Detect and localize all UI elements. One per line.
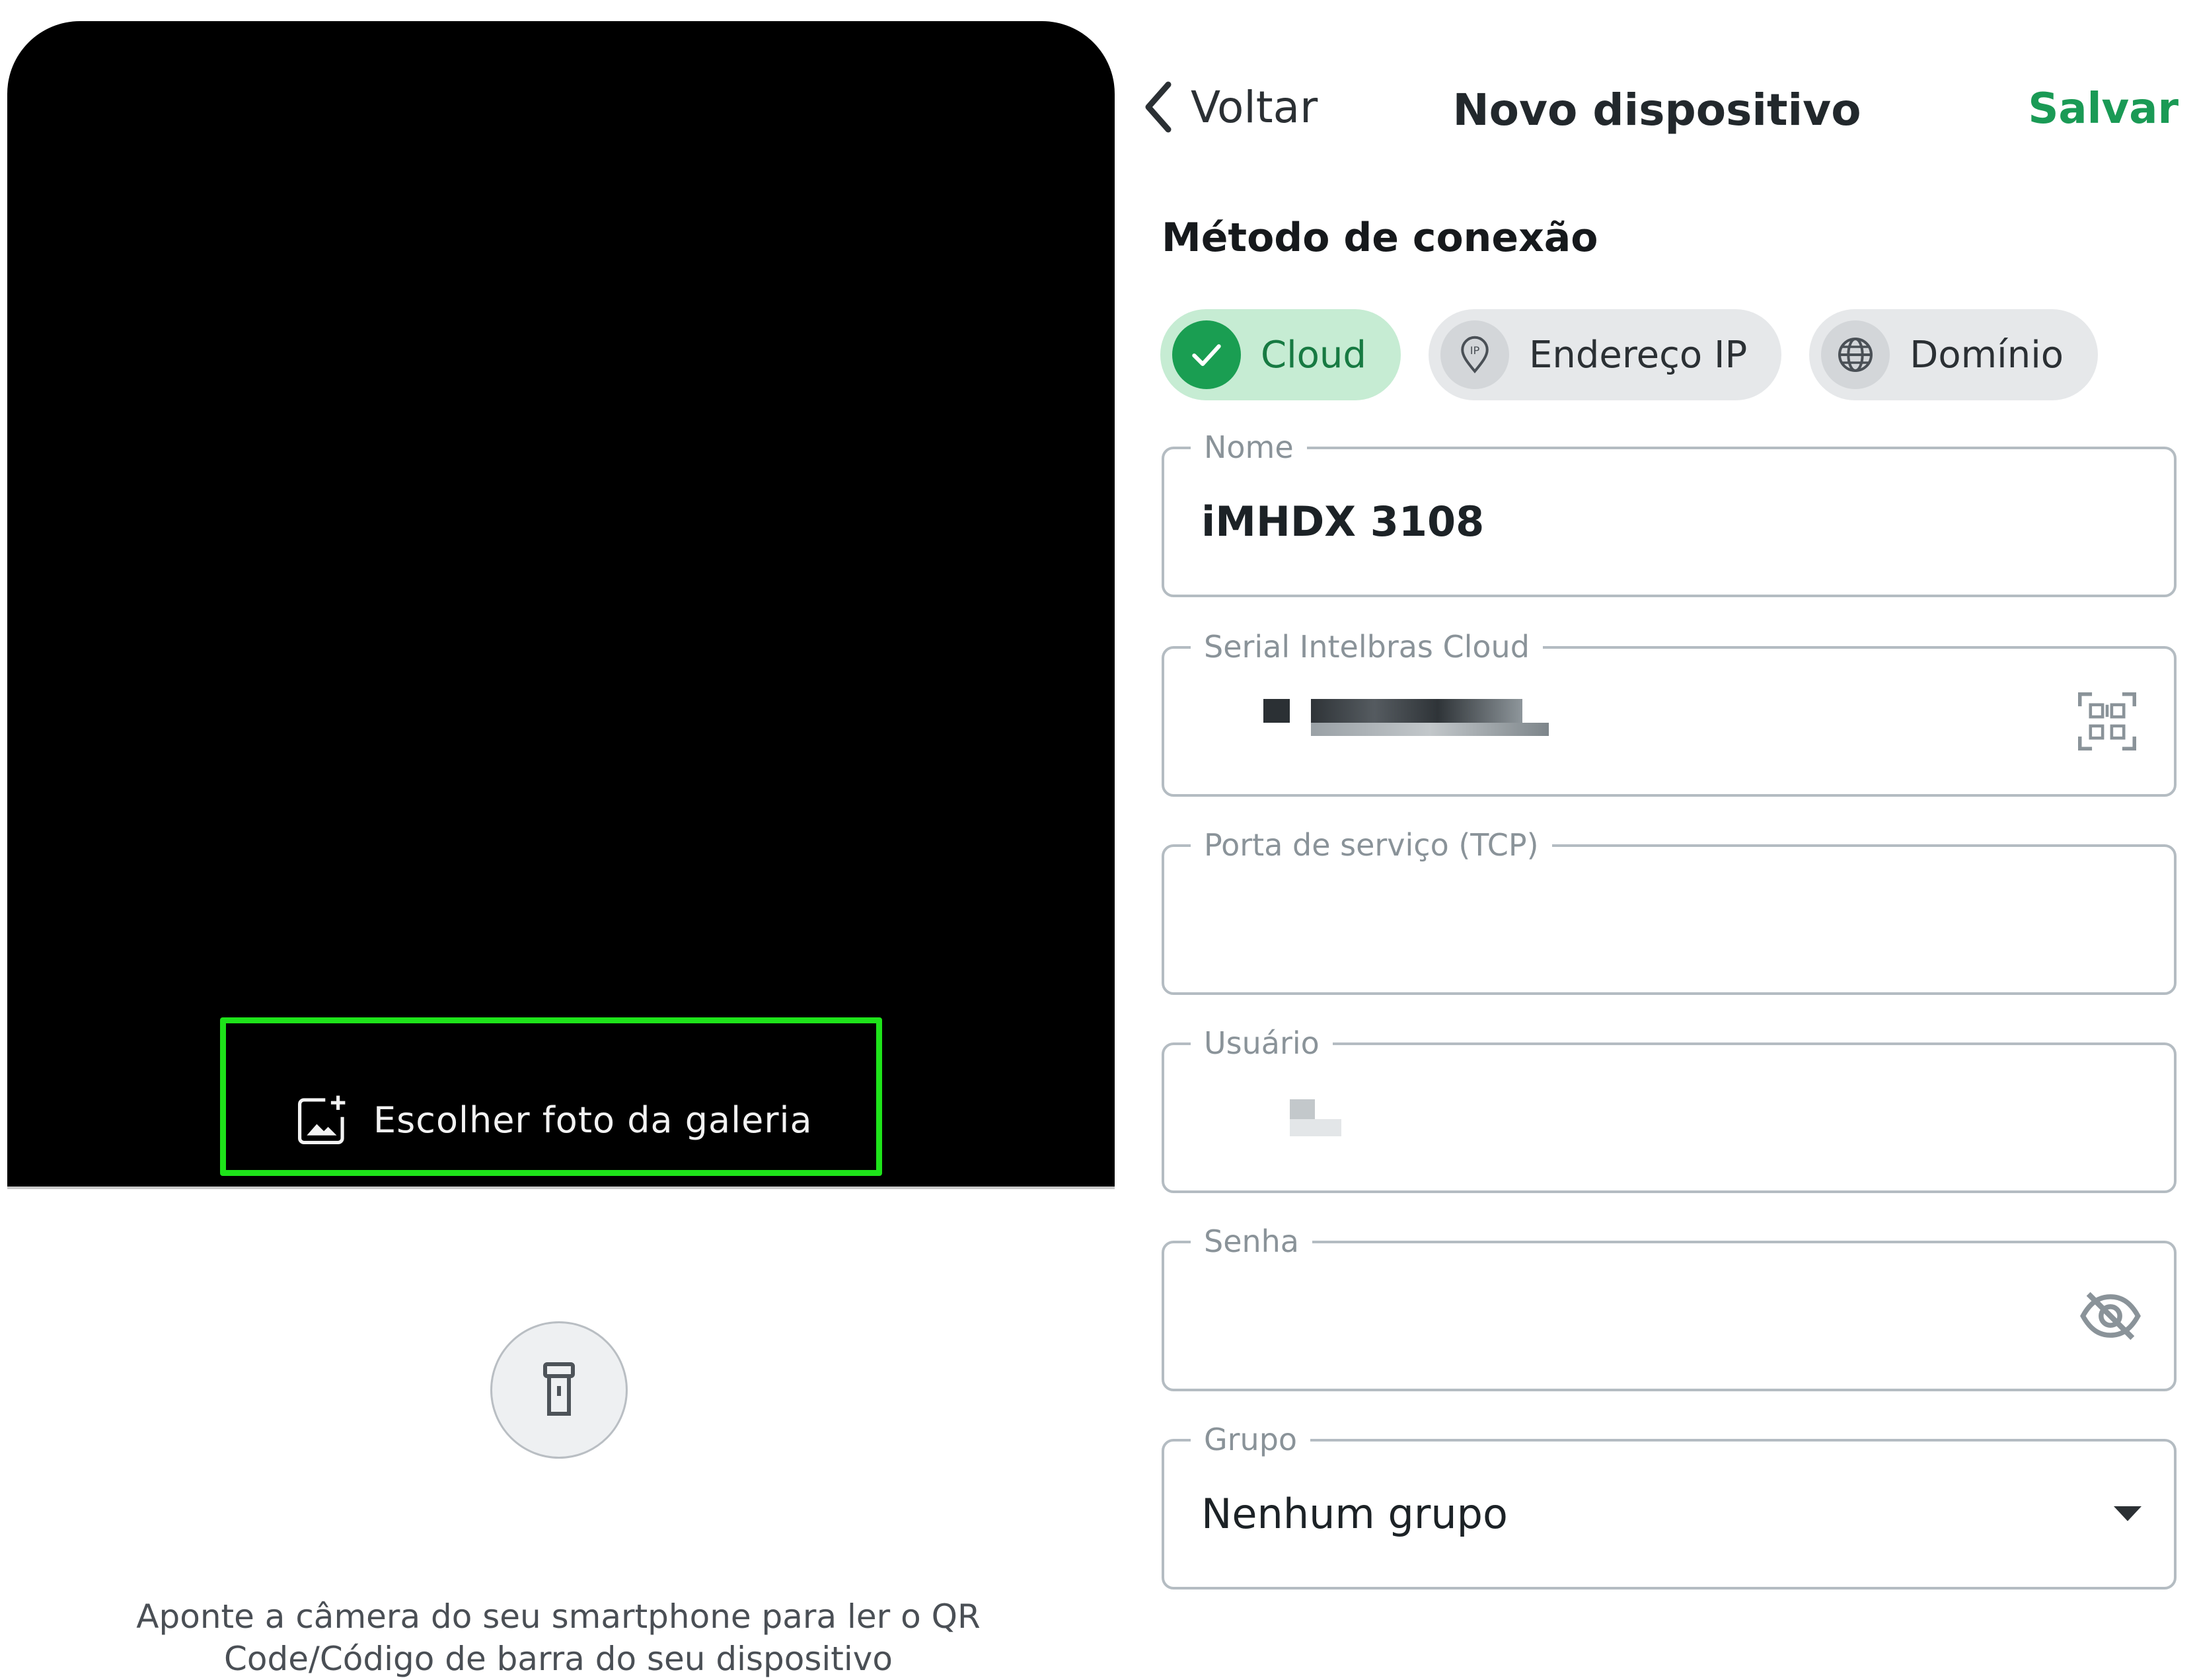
new-device-form: Novo dispositivo Voltar Salvar Método de… bbox=[1117, 0, 2197, 1677]
port-field[interactable]: Porta de serviço (TCP) bbox=[1162, 822, 2177, 995]
back-label: Voltar bbox=[1191, 81, 1318, 133]
ip-pin-icon: IP bbox=[1440, 320, 1509, 389]
option-label: Domínio bbox=[1910, 333, 2064, 377]
gallery-add-icon bbox=[298, 1095, 346, 1144]
flashlight-button[interactable] bbox=[490, 1321, 628, 1459]
option-domain[interactable]: Domínio bbox=[1809, 309, 2099, 400]
name-field[interactable]: Nome iMHDX 3108 bbox=[1162, 424, 2177, 597]
qr-scan-icon[interactable] bbox=[2071, 685, 2143, 758]
field-label: Senha bbox=[1191, 1218, 1312, 1264]
connection-method-options: Cloud IP Endereço IP Domínio bbox=[1160, 309, 2099, 400]
top-bar: Novo dispositivo Voltar Salvar bbox=[1117, 66, 2197, 152]
option-ip-address[interactable]: IP Endereço IP bbox=[1428, 309, 1782, 400]
back-button[interactable]: Voltar bbox=[1142, 79, 1318, 135]
camera-preview bbox=[7, 21, 1115, 1187]
save-button[interactable]: Salvar bbox=[2028, 85, 2178, 133]
globe-icon bbox=[1821, 320, 1890, 389]
eye-off-icon[interactable] bbox=[2077, 1283, 2143, 1349]
password-field[interactable]: Senha bbox=[1162, 1218, 2177, 1391]
group-value: Nenhum grupo bbox=[1201, 1490, 1508, 1538]
dropdown-arrow-icon[interactable] bbox=[2112, 1504, 2143, 1524]
choose-from-gallery-button[interactable]: Escolher foto da galeria bbox=[294, 1090, 813, 1150]
chevron-left-icon bbox=[1145, 81, 1172, 133]
option-cloud[interactable]: Cloud bbox=[1160, 309, 1401, 400]
field-label: Usuário bbox=[1191, 1020, 1333, 1066]
check-icon bbox=[1172, 320, 1241, 389]
qr-scanner-screen: Escolher foto da galeria Aponte a câmera… bbox=[0, 0, 1117, 1678]
field-label: Porta de serviço (TCP) bbox=[1191, 822, 1552, 868]
svg-text:IP: IP bbox=[1470, 344, 1480, 357]
connection-method-title: Método de conexão bbox=[1162, 215, 1598, 261]
option-label: Endereço IP bbox=[1528, 333, 1748, 377]
scanner-instructions: Aponte a câmera do seu smartphone para l… bbox=[136, 1597, 981, 1678]
group-select[interactable]: Grupo Nenhum grupo bbox=[1162, 1416, 2177, 1589]
flashlight-icon bbox=[543, 1362, 575, 1416]
option-label: Cloud bbox=[1261, 333, 1366, 377]
name-value: iMHDX 3108 bbox=[1201, 497, 1485, 546]
gallery-button-label: Escolher foto da galeria bbox=[373, 1099, 813, 1141]
user-field[interactable]: Usuário bbox=[1162, 1020, 2177, 1193]
serial-field[interactable]: Serial Intelbras Cloud bbox=[1162, 624, 2177, 797]
field-label: Serial Intelbras Cloud bbox=[1191, 624, 1543, 670]
divider bbox=[7, 1187, 1115, 1189]
